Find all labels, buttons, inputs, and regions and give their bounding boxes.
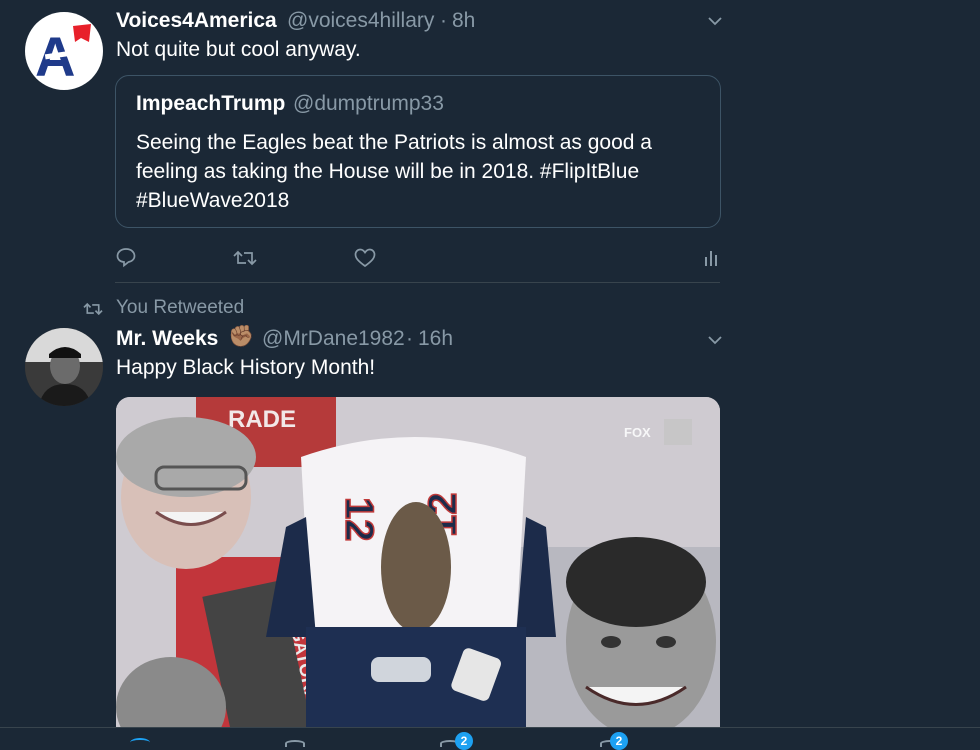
- tweet-1-time[interactable]: 8h: [452, 9, 475, 33]
- tweet-1-text: Not quite but cool anyway.: [116, 38, 361, 61]
- profile-photo: [25, 328, 103, 406]
- broadcaster-bug: FOX: [624, 425, 651, 440]
- meme-photo: RADE GATORADE 12 12 FOX: [116, 397, 720, 744]
- bottom-tab-bar: 2 2: [0, 727, 980, 750]
- chevron-down-icon[interactable]: [707, 16, 723, 26]
- raised-fist-emoji: ✊🏽: [228, 325, 255, 348]
- tweet-2-time[interactable]: 16h: [418, 327, 453, 351]
- jersey-number-left: 12: [337, 497, 381, 542]
- tweet-media-image[interactable]: RADE GATORADE 12 12 FOX: [116, 397, 720, 744]
- avatar-voices4america[interactable]: A: [25, 12, 103, 90]
- quoted-handle: @dumptrump33: [293, 92, 444, 115]
- tweet-1-handle[interactable]: @voices4hillary: [287, 9, 434, 33]
- quoted-text: Seeing the Eagles beat the Patriots is a…: [136, 128, 716, 215]
- retweet-context-label[interactable]: You Retweeted: [116, 297, 244, 319]
- quoted-display-name: ImpeachTrump: [136, 92, 286, 115]
- tweet-2-display-name[interactable]: Mr. Weeks: [116, 327, 218, 351]
- quoted-text-line-2: feeling as taking the House will be in 2…: [136, 160, 640, 183]
- tweet-2-handle[interactable]: @MrDane1982: [262, 327, 405, 351]
- tweet-1-display-name[interactable]: Voices4America: [116, 9, 277, 33]
- voices4america-logo: A: [35, 24, 91, 88]
- retweet-icon[interactable]: [232, 247, 258, 269]
- avatar-mrweeks[interactable]: [25, 328, 103, 406]
- messages-badge: 2: [610, 732, 628, 750]
- quoted-text-line-1: Seeing the Eagles beat the Patriots is a…: [136, 131, 652, 154]
- chevron-down-icon[interactable]: [707, 335, 723, 345]
- analytics-icon[interactable]: [704, 249, 718, 267]
- quoted-text-line-3: #BlueWave2018: [136, 189, 290, 212]
- home-tab-icon[interactable]: [130, 738, 150, 747]
- tweet-2-separator: ·: [406, 327, 413, 350]
- reply-icon[interactable]: [115, 246, 137, 268]
- retweeted-icon: [83, 302, 103, 316]
- quoted-tweet[interactable]: ImpeachTrump @dumptrump33 Seeing the Eag…: [115, 75, 721, 228]
- tweet-2-text: Happy Black History Month!: [116, 356, 376, 379]
- notifications-badge: 2: [455, 732, 473, 750]
- banner-text: RADE: [228, 406, 296, 433]
- like-heart-icon[interactable]: [354, 248, 376, 268]
- tweet-divider: [115, 282, 720, 283]
- tweet-1-separator: ·: [440, 9, 447, 32]
